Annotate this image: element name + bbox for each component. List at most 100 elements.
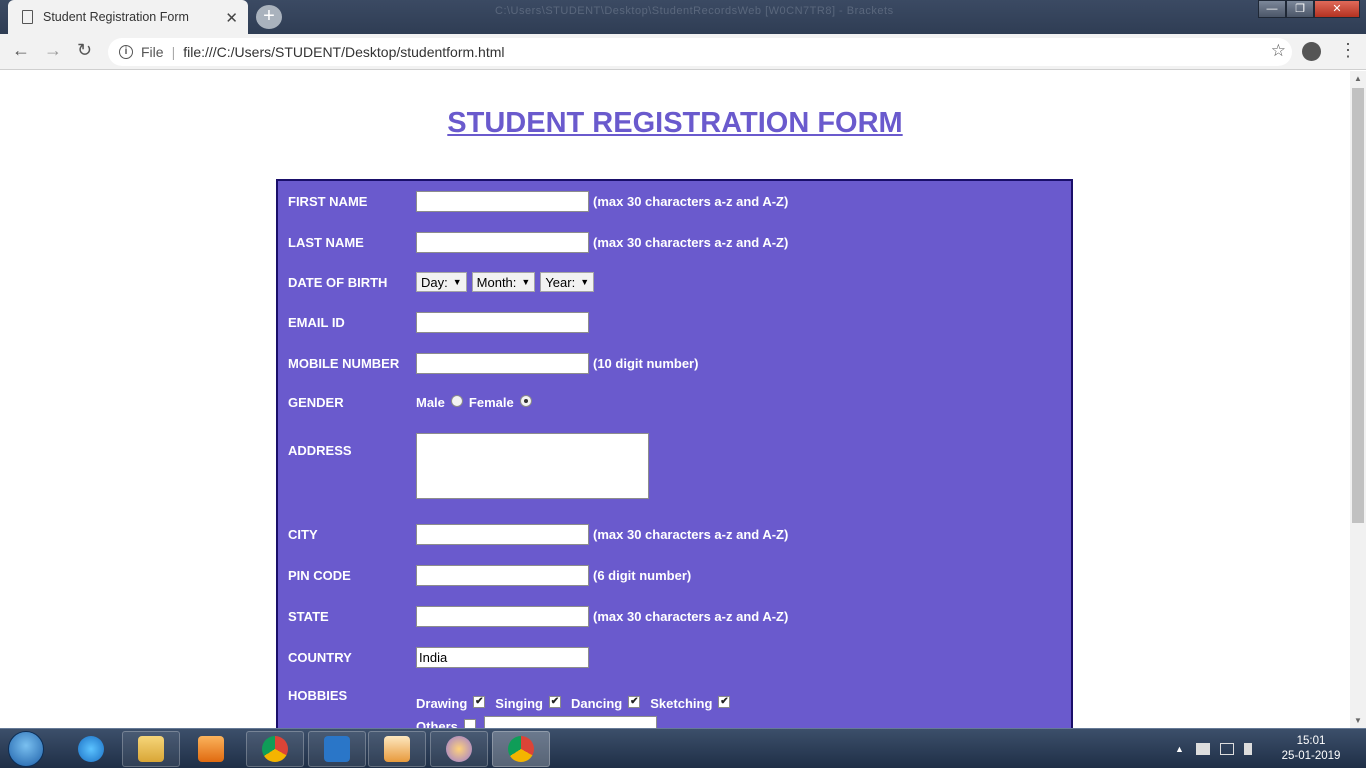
state-hint: (max 30 characters a-z and A-Z) [593, 609, 789, 624]
chevron-down-icon: ▼ [452, 277, 462, 287]
scroll-up-icon[interactable]: ▲ [1354, 74, 1362, 83]
window-controls: — ❐ ✕ [1258, 0, 1360, 18]
tab-close-icon[interactable]: ✕ [225, 9, 238, 27]
reload-icon[interactable]: ↻ [77, 40, 92, 61]
dob-label: DATE OF BIRTH [288, 274, 388, 290]
scroll-thumb[interactable] [1352, 88, 1364, 523]
country-input[interactable]: India [416, 647, 589, 668]
email-input[interactable] [416, 312, 589, 333]
male-label: Male [416, 395, 445, 410]
sketching-label: Sketching [650, 696, 713, 711]
first-name-input[interactable] [416, 191, 589, 212]
dancing-checkbox[interactable]: ✔ [628, 695, 641, 708]
page-title: STUDENT REGISTRATION FORM [447, 107, 903, 139]
page-content: STUDENT REGISTRATION FORM FIRST NAME (ma… [0, 71, 1350, 728]
pin-row: PIN CODE (6 digit number) [288, 565, 691, 586]
address-row: ADDRESS [288, 433, 649, 499]
others-checkbox[interactable] [463, 718, 476, 728]
network-icon[interactable] [1219, 743, 1234, 755]
city-hint: (max 30 characters a-z and A-Z) [593, 527, 789, 542]
windows-taskbar: ▲ 15:01 25-01-2019 [0, 728, 1366, 768]
last-name-row: LAST NAME (max 30 characters a-z and A-Z… [288, 232, 788, 253]
chrome-icon [508, 736, 534, 762]
forward-arrow-icon[interactable]: → [44, 40, 62, 61]
chevron-down-icon: ▼ [580, 277, 590, 287]
chrome-icon [262, 736, 288, 762]
month-select-value: Month: [476, 274, 517, 290]
sketching-checkbox[interactable]: ✔ [718, 695, 731, 708]
minimize-button[interactable]: — [1258, 0, 1286, 18]
hobbies-label: HOBBIES [288, 688, 348, 703]
media-player-icon [198, 736, 224, 762]
male-radio[interactable] [450, 394, 463, 407]
bookmark-star-icon[interactable]: ☆ [1271, 41, 1286, 61]
female-radio[interactable] [519, 394, 532, 407]
address-textarea[interactable] [416, 433, 649, 499]
day-select[interactable]: Day: ▼ [416, 272, 467, 292]
address-separator: | [171, 44, 176, 60]
start-button[interactable] [8, 731, 44, 767]
internet-explorer-icon [78, 736, 104, 762]
system-clock[interactable]: 15:01 25-01-2019 [1280, 734, 1342, 764]
taskbar-ie[interactable] [62, 731, 120, 767]
hobbies-row: Drawing ✔ Singing ✔ Dancing ✔ Sketching … [416, 695, 740, 711]
drawing-checkbox[interactable]: ✔ [473, 695, 486, 708]
last-name-input[interactable] [416, 232, 589, 253]
scroll-down-icon[interactable]: ▼ [1354, 716, 1362, 725]
taskbar-paint[interactable] [430, 731, 488, 767]
first-name-hint: (max 30 characters a-z and A-Z) [593, 194, 789, 209]
close-window-button[interactable]: ✕ [1314, 0, 1360, 18]
taskbar-media[interactable] [182, 731, 240, 767]
maximize-button[interactable]: ❐ [1286, 0, 1314, 18]
singing-label: Singing [495, 696, 543, 711]
month-select[interactable]: Month: ▼ [471, 272, 536, 292]
back-arrow-icon[interactable]: ← [12, 40, 30, 61]
page-scrollbar[interactable]: ▲ ▼ [1350, 71, 1366, 728]
paint-icon [446, 736, 472, 762]
email-row: EMAIL ID [288, 312, 589, 333]
action-center-icon[interactable] [1195, 743, 1210, 755]
drawing-label: Drawing [416, 696, 468, 711]
taskbar-app[interactable] [308, 731, 366, 767]
volume-icon[interactable] [1243, 743, 1252, 755]
female-label: Female [468, 395, 514, 410]
folder-icon [138, 736, 164, 762]
others-row: Others [416, 716, 657, 728]
first-name-row: FIRST NAME (max 30 characters a-z and A-… [288, 191, 788, 212]
taskbar-notes[interactable] [368, 731, 426, 767]
app-icon [324, 736, 350, 762]
others-input[interactable] [483, 716, 657, 728]
gender-row: GENDER Male Female [288, 394, 538, 410]
taskbar-explorer[interactable] [122, 731, 180, 767]
city-input[interactable] [416, 524, 589, 545]
tray-expand-icon[interactable]: ▲ [1175, 744, 1184, 754]
address-bar[interactable]: i File | file:///C:/Users/STUDENT/Deskto… [108, 38, 1292, 66]
first-name-label: FIRST NAME [288, 194, 368, 209]
taskbar-chrome-1[interactable] [246, 731, 304, 767]
year-select[interactable]: Year: ▼ [540, 272, 595, 292]
tab-title: Student Registration Form [43, 10, 189, 24]
taskbar-chrome-2[interactable] [492, 731, 550, 767]
mobile-row: MOBILE NUMBER (10 digit number) [288, 353, 698, 374]
address-label: ADDRESS [288, 443, 352, 458]
new-tab-button[interactable]: + [256, 5, 282, 29]
day-select-value: Day: [421, 274, 448, 290]
country-row: COUNTRY India [288, 647, 589, 668]
pin-input[interactable] [416, 565, 589, 586]
state-input[interactable] [416, 606, 589, 627]
page-icon [22, 10, 33, 24]
tab-student-registration[interactable]: Student Registration Form ✕ [8, 0, 248, 34]
state-row: STATE (max 30 characters a-z and A-Z) [288, 606, 788, 627]
pin-hint: (6 digit number) [593, 568, 692, 583]
menu-dots-icon[interactable]: ⋮ [1339, 41, 1357, 59]
singing-checkbox[interactable]: ✔ [548, 695, 561, 708]
mobile-input[interactable] [416, 353, 589, 374]
city-label: CITY [288, 527, 318, 542]
info-icon[interactable]: i [119, 45, 133, 59]
profile-avatar-icon[interactable] [1302, 42, 1321, 61]
email-label: EMAIL ID [288, 315, 345, 330]
browser-toolbar: ← → ↻ i File | file:///C:/Users/STUDENT/… [0, 34, 1366, 70]
url-text[interactable]: file:///C:/Users/STUDENT/Desktop/student… [183, 44, 504, 60]
dancing-label: Dancing [570, 696, 623, 711]
pin-label: PIN CODE [288, 568, 351, 583]
